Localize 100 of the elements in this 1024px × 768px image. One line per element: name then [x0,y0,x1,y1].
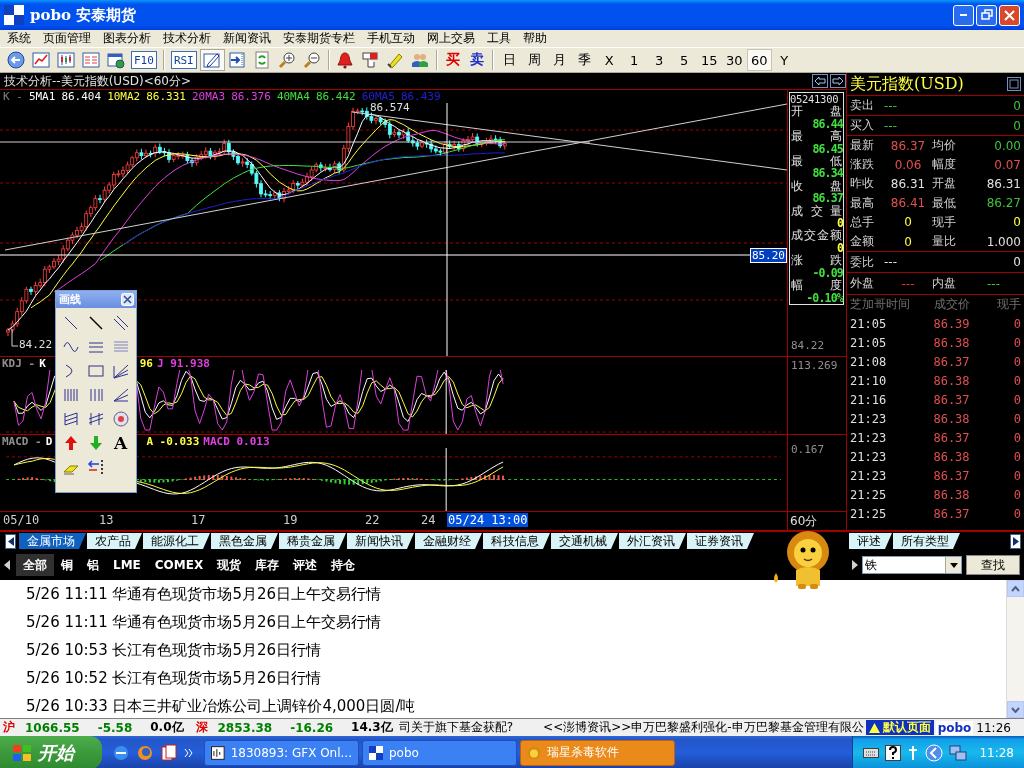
period-button[interactable]: 60 [746,49,772,71]
indicator-button[interactable]: F10 [131,51,157,69]
menu-item[interactable]: 手机互动 [361,30,421,47]
category-tab[interactable]: 交通机械 [551,533,618,549]
menu-item[interactable]: 工具 [481,30,517,47]
indicator-legend-text: KDJ - [2,357,36,370]
taskbar-button[interactable]: pobo [362,739,517,766]
trade-price: 86.37 [932,506,971,521]
trade-price: 86.38 [932,449,971,464]
trade-time: 21:25 [850,506,888,521]
menu-item[interactable]: 技术分析 [157,30,217,47]
filter-tab[interactable]: LME [106,554,148,576]
trade-button[interactable]: 买 [440,49,465,71]
date-label: 19 [282,513,299,527]
filter-tab[interactable]: 现货 [210,554,249,576]
find-button[interactable]: 查找 [966,555,1020,575]
category-tab[interactable]: 黑色金属 [211,533,278,549]
period-button[interactable]: X [596,49,622,71]
trade-time: 21:23 [850,430,888,445]
quote-value: 86.31 [889,176,927,191]
period-button[interactable]: 5 [671,49,697,71]
menu-item[interactable]: 帮助 [517,30,553,47]
period-button[interactable]: 1 [621,49,647,71]
trade-price: 86.37 [932,468,971,483]
quote-value: 86.37 [889,138,927,153]
period-button[interactable]: 季 [571,49,597,71]
filter-tab[interactable]: 全部 [16,554,54,576]
trade-time: 21:16 [850,392,888,407]
filter-tab[interactable]: 铝 [80,554,106,576]
ma-legend-value: 86.439 [400,90,441,103]
info-label: 幅度 [790,279,843,292]
indicator-legend-text: MACD - [2,435,42,448]
quote-value: 86.41 [889,196,927,211]
trade-time: 21:23 [850,411,888,426]
news-item[interactable]: 5/26 10:53 长江有色现货市场5月26日行情 [26,639,1006,667]
category-tab[interactable]: 科技信息 [483,533,550,549]
filter-tab[interactable]: COMEX [147,554,211,576]
quote-label: 开盘 [932,175,957,193]
quote-label: 最新 [850,137,875,155]
menu-item[interactable]: 网上交易 [421,30,481,47]
trade-volume: 0 [1012,354,1021,369]
filter-tab[interactable]: 库存 [248,554,287,576]
menu-item[interactable]: 页面管理 [37,30,97,47]
category-tab[interactable]: 证券资讯 [687,533,754,549]
news-item[interactable]: 5/26 11:11 华通有色现货市场5月26日上午交易行情 [26,611,1006,639]
text-tool-button[interactable]: A [111,434,130,452]
indicator-button[interactable]: RSI [170,51,197,69]
quote-value: --- [884,98,898,113]
trade-volume: 0 [1012,449,1021,464]
category-tab[interactable]: 外汇资讯 [619,533,686,549]
ma-legend-value: 86.442 [316,90,356,103]
news-item[interactable]: 5/26 10:33 日本三井矿业冶炼公司上调锌价4,000日圆/吨 [26,695,1006,718]
category-tab[interactable]: 新闻快讯 [347,533,414,549]
ma-legend-label: 60MA5 [361,90,395,103]
quote-label: 买入 [850,117,875,134]
menu-item[interactable]: 图表分析 [97,30,157,47]
taskbar-button[interactable]: 1830893: GFX Onl... [204,739,359,766]
period-button[interactable]: 15 [696,49,722,71]
filter-tab[interactable]: 持仓 [324,554,363,576]
category-tab[interactable]: 稀贵金属 [279,533,346,549]
ticker-text: <<澎博资讯>>申万巴黎盛利强化-申万巴黎基金管理有限公 [543,719,864,736]
period-button[interactable]: 30 [721,49,747,71]
period-button[interactable]: 3 [646,49,672,71]
period-button[interactable]: 月 [546,49,572,71]
menu-item[interactable]: 安泰期货专栏 [277,30,361,47]
period-label: 60分 [787,512,846,530]
quote-value: 0.06 [893,157,923,172]
start-button[interactable]: 开始 [0,736,102,768]
date-label: 22 [364,513,381,527]
news-item[interactable]: 5/26 10:52 长江有色现货市场5月26日行情 [26,667,1006,695]
trade-volume: 0 [1012,487,1021,502]
ma-legend-value: 86.376 [231,90,271,103]
category-tab[interactable]: 能源化工 [143,533,210,549]
ma-legend-label: K - [3,90,23,103]
ticker-headline: 司关于旗下基金获配? [398,719,514,736]
default-page-button[interactable]: 默认页面 [865,720,934,735]
search-dropdown[interactable]: 铁 [862,556,962,574]
filter-tab[interactable]: 评述 [286,554,325,576]
info-value: 0 [836,241,843,255]
category-tab[interactable]: 评述 [849,533,892,549]
filter-tab[interactable]: 铜 [54,554,80,576]
period-button[interactable]: 周 [521,49,547,71]
index-turnover: 0.0亿 [150,719,184,736]
quote-value: --- [884,255,898,270]
category-tab[interactable]: 金属市场 [19,533,86,549]
category-tab[interactable]: 农产品 [87,533,142,549]
period-button[interactable]: 日 [496,49,522,71]
search-value: 铁 [864,556,877,574]
quote-label: 幅度 [932,156,957,174]
trade-price: 86.37 [932,430,971,445]
period-button[interactable]: Y [771,49,797,71]
date-label: 05/24 13:00 [447,513,529,527]
category-tab[interactable]: 金融财经 [415,533,482,549]
menu-item[interactable]: 系统 [1,30,37,47]
category-tab[interactable]: 所有类型 [893,533,960,549]
menu-item[interactable]: 新闻资讯 [217,30,277,47]
info-label: 开盘 [790,105,843,118]
trade-button[interactable]: 卖 [464,49,489,71]
info-label: 收盘 [790,179,843,193]
news-item[interactable]: 5/26 11:11 华通有色现货市场5月26日上午交易行情 [26,583,1006,611]
